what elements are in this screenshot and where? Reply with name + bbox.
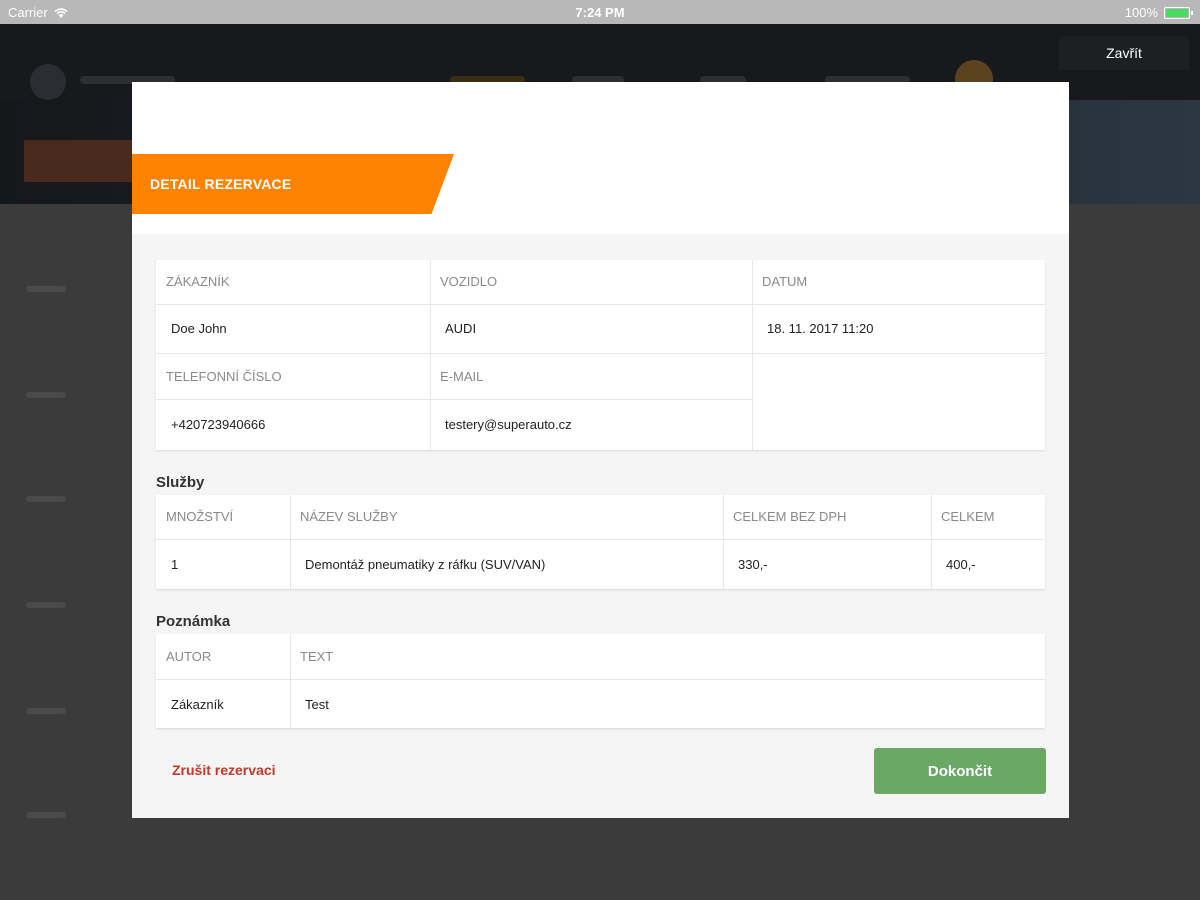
finish-button[interactable]: Dokončit [874,748,1046,794]
customer-header: ZÁKAZNÍK [166,274,230,289]
service-total-price: 400,- [946,557,976,572]
modal-header: DETAIL REZERVACE [132,82,1069,234]
table-divider [156,399,752,400]
background-logo [30,64,66,100]
services-header-quantity: MNOŽSTVÍ [166,509,234,524]
services-title: Služby [156,474,205,491]
modal-title: DETAIL REZERVACE [132,154,454,214]
table-divider [156,353,752,354]
service-net-price: 330,- [738,557,768,572]
battery-group: 100% [1124,5,1193,20]
phone-value: +420723940666 [171,417,266,432]
customer-info-table: ZÁKAZNÍK VOZIDLO DATUM Doe John AUDI 18.… [156,260,1045,450]
email-value: testery@superauto.cz [445,417,572,432]
background-time-slot [26,708,66,714]
services-header-net: CELKEM BEZ DPH [733,509,847,524]
cancel-reservation-link[interactable]: Zrušit rezervaci [172,762,276,778]
note-table: AUTOR TEXT Zákazník Test [156,634,1045,728]
background-time-slot [26,602,66,608]
service-quantity: 1 [171,557,179,572]
table-divider [156,679,1045,680]
background-time-slot [26,286,66,292]
customer-value: Doe John [171,321,227,336]
phone-header: TELEFONNÍ ČÍSLO [166,369,282,384]
note-title: Poznámka [156,613,231,630]
table-divider [752,353,1045,354]
services-table: MNOŽSTVÍ NÁZEV SLUŽBY CELKEM BEZ DPH CEL… [156,495,1045,589]
background-time-slot [26,812,66,818]
battery-icon [1164,6,1193,19]
reservation-detail-modal: DETAIL REZERVACE ZÁKAZNÍK VOZIDLO DATUM … [132,82,1069,818]
date-header: DATUM [762,274,808,289]
close-button[interactable]: Zavřít [1059,36,1189,70]
background-time-slot [26,392,66,398]
services-header-total: CELKEM [941,509,995,524]
services-header-name: NÁZEV SLUŽBY [300,509,398,524]
vehicle-header: VOZIDLO [440,274,498,289]
note-header-text: TEXT [300,649,334,664]
note-author: Zákazník [171,697,224,712]
table-divider [156,304,1045,305]
date-value: 18. 11. 2017 11:20 [767,321,874,336]
table-divider [156,539,1045,540]
battery-percent: 100% [1124,5,1158,20]
service-name: Demontáž pneumatiky z ráfku (SUV/VAN) [305,557,546,572]
status-time: 7:24 PM [575,5,625,20]
vehicle-value: AUDI [445,321,477,336]
background-time-slot [26,496,66,502]
email-header: E-MAIL [440,369,484,384]
status-bar: Carrier 7:24 PM 100% [0,0,1200,24]
note-header-author: AUTOR [166,649,212,664]
note-text: Test [305,697,329,712]
